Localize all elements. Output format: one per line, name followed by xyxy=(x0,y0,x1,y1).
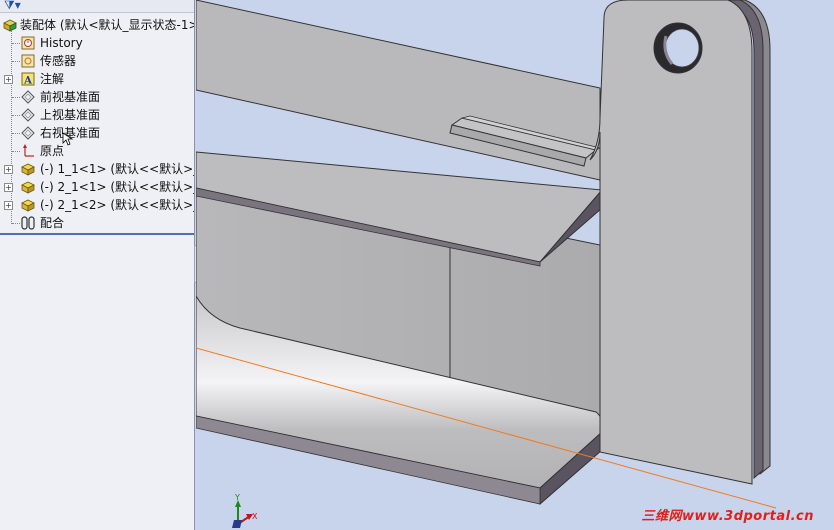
tree-item-label: 配合 xyxy=(40,216,65,230)
tree-item-component[interactable]: + (-) 2_1<1> (默认<<默认>_显 xyxy=(0,178,194,196)
triad-y-label: Y xyxy=(234,493,240,502)
tree-root-label: 装配体 (默认<默认_显示状态-1> xyxy=(20,18,195,32)
tree-item-label: (-) 2_1<2> (默认<<默认>_显 xyxy=(40,198,195,212)
expand-icon[interactable]: + xyxy=(4,75,13,84)
tree-item-label: (-) 1_1<1> (默认<<默认>_显 xyxy=(40,162,195,176)
tree-item-label: 原点 xyxy=(40,144,65,158)
tree-item-component[interactable]: + (-) 2_1<2> (默认<<默认>_显 xyxy=(0,196,194,214)
expand-icon[interactable]: + xyxy=(4,183,13,192)
tree-item-label: 上视基准面 xyxy=(40,108,101,122)
tree-item-origin[interactable]: 原点 xyxy=(0,142,194,160)
graphics-viewport[interactable]: Y X xyxy=(196,0,834,530)
tree-divider xyxy=(0,233,194,235)
tree-item-sensors[interactable]: 传感器 xyxy=(0,52,194,70)
tree-item-label: 前视基准面 xyxy=(40,90,101,104)
mates-icon xyxy=(21,216,35,230)
tree-item-label: 传感器 xyxy=(40,54,77,68)
tree-item-mates[interactable]: 配合 xyxy=(0,214,194,232)
plane-icon xyxy=(21,108,35,122)
part-icon xyxy=(21,199,35,212)
expand-icon[interactable]: + xyxy=(4,165,13,174)
expand-icon[interactable]: + xyxy=(4,201,13,210)
triad-x-label: X xyxy=(252,512,258,521)
plane-icon xyxy=(21,126,35,140)
plane-icon xyxy=(21,90,35,104)
filter-icon[interactable]: ⧩▾ xyxy=(4,0,21,13)
tree-connector xyxy=(12,133,20,134)
tree-connector xyxy=(12,115,20,116)
part-icon xyxy=(21,163,35,176)
assembly-icon xyxy=(3,19,17,32)
history-icon xyxy=(21,36,35,50)
sensor-icon xyxy=(21,54,35,68)
tree-item-history[interactable]: History xyxy=(0,34,194,52)
tree-item-top-plane[interactable]: 上视基准面 xyxy=(0,106,194,124)
origin-icon xyxy=(23,144,34,157)
feature-manager-tree: ⧩▾ 装配体 (默认<默认_显示状态-1> History 传感器 + A 注解… xyxy=(0,0,195,530)
tree-item-component[interactable]: + (-) 1_1<1> (默认<<默认>_显 xyxy=(0,160,194,178)
tree-item-label: History xyxy=(40,36,83,50)
part-icon xyxy=(21,181,35,194)
tree-item-right-plane[interactable]: 右视基准面 xyxy=(0,124,194,146)
tree-item-label: 注解 xyxy=(40,72,65,86)
tree-toolbar: ⧩▾ xyxy=(0,0,194,13)
tree-item-annotations[interactable]: + A 注解 xyxy=(0,70,194,88)
annotation-icon: A xyxy=(21,72,35,87)
tree-connector xyxy=(12,151,20,152)
tree-connector xyxy=(12,43,20,44)
tree-connector xyxy=(12,97,20,98)
tree-connector xyxy=(12,223,20,224)
tree-item-front-plane[interactable]: 前视基准面 xyxy=(0,88,194,106)
part-face[interactable] xyxy=(589,0,753,485)
watermark: 三维网www.3dportal.cn xyxy=(641,509,814,524)
tree-item-label: (-) 2_1<1> (默认<<默认>_显 xyxy=(40,180,195,194)
tree-root[interactable]: 装配体 (默认<默认_显示状态-1> xyxy=(0,16,194,34)
tree-connector xyxy=(12,61,20,62)
coordinate-triad: Y X xyxy=(232,493,258,528)
svg-text:A: A xyxy=(23,76,32,87)
